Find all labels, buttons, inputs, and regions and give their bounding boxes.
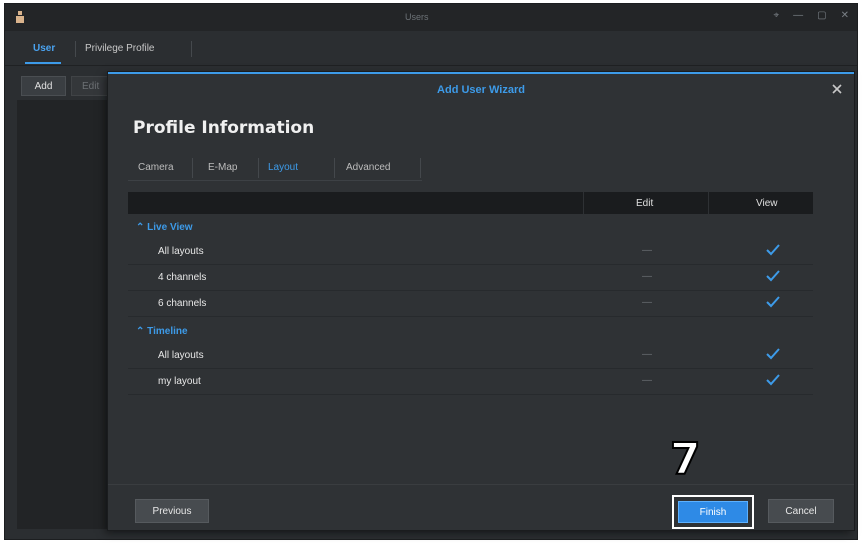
window-controls: ⌖ — ▢ ✕ <box>774 10 849 21</box>
column-divider <box>708 192 709 214</box>
tab-layout[interactable]: Layout <box>268 162 298 173</box>
table-row: All layouts — <box>128 238 813 265</box>
row-name: 4 channels <box>158 272 207 283</box>
view-checkbox[interactable] <box>766 296 780 308</box>
previous-button[interactable]: Previous <box>135 499 209 523</box>
add-user-wizard-dialog: Add User Wizard Profile Information Came… <box>108 72 854 530</box>
cancel-button[interactable]: Cancel <box>768 499 834 523</box>
row-name: All layouts <box>158 350 204 361</box>
nav-divider <box>75 41 76 57</box>
tab-divider <box>420 158 421 178</box>
step-number-annotation: 7 <box>669 434 702 485</box>
tab-divider <box>258 158 259 178</box>
view-checkbox[interactable] <box>766 374 780 386</box>
group-live-view[interactable]: ⌃ Live View <box>128 218 813 238</box>
group-label: ⌃ Live View <box>136 222 193 233</box>
title-bar: Users ⌖ — ▢ ✕ <box>5 4 857 31</box>
page-title: Profile Information <box>133 118 315 138</box>
active-tab-indicator <box>25 62 61 64</box>
view-checkbox[interactable] <box>766 348 780 360</box>
dialog-title: Add User Wizard <box>437 84 525 96</box>
close-window-icon[interactable]: ✕ <box>841 10 849 21</box>
tab-divider <box>192 158 193 178</box>
table-header: Edit View <box>128 192 813 214</box>
column-view: View <box>756 198 778 209</box>
edit-cell: — <box>642 271 652 282</box>
pin-icon[interactable]: ⌖ <box>774 10 780 21</box>
table-row: my layout — <box>128 368 813 395</box>
finish-button[interactable]: Finish <box>678 501 748 523</box>
finish-highlight: Finish <box>672 495 754 529</box>
row-name: my layout <box>158 376 201 387</box>
group-label: ⌃ Timeline <box>136 326 188 337</box>
tab-emap[interactable]: E-Map <box>208 162 237 173</box>
table-row: All layouts — <box>128 342 813 369</box>
edit-cell: — <box>642 297 652 308</box>
table-row: 6 channels — <box>128 290 813 317</box>
top-navigation: User Privilege Profile <box>5 31 857 66</box>
tab-privilege-profile[interactable]: Privilege Profile <box>85 43 154 54</box>
view-checkbox[interactable] <box>766 244 780 256</box>
tab-user[interactable]: User <box>33 43 55 54</box>
maximize-icon[interactable]: ▢ <box>817 10 826 21</box>
close-icon[interactable] <box>830 82 844 96</box>
tab-divider <box>334 158 335 178</box>
tab-camera[interactable]: Camera <box>138 162 174 173</box>
group-timeline[interactable]: ⌃ Timeline <box>128 322 813 342</box>
minimize-icon[interactable]: — <box>793 10 803 21</box>
table-row: 4 channels — <box>128 264 813 291</box>
edit-cell: — <box>642 349 652 360</box>
nav-divider <box>191 41 192 57</box>
edit-cell: — <box>642 375 652 386</box>
user-app-icon <box>16 11 24 23</box>
collapse-icon: ⌃ <box>136 222 148 233</box>
tab-advanced[interactable]: Advanced <box>346 162 390 173</box>
view-checkbox[interactable] <box>766 270 780 282</box>
column-divider <box>583 192 584 214</box>
add-button[interactable]: Add <box>21 76 66 96</box>
permissions-table: Edit View ⌃ Live View All layouts — 4 ch… <box>128 192 813 492</box>
row-name: All layouts <box>158 246 204 257</box>
dialog-footer: Previous Finish Cancel <box>108 484 854 531</box>
column-edit: Edit <box>636 198 654 209</box>
edit-cell: — <box>642 245 652 256</box>
row-name: 6 channels <box>158 298 207 309</box>
collapse-icon: ⌃ <box>136 326 148 337</box>
profile-tabs: Camera E-Map Layout Advanced <box>128 154 422 181</box>
window-title: Users <box>405 12 429 22</box>
